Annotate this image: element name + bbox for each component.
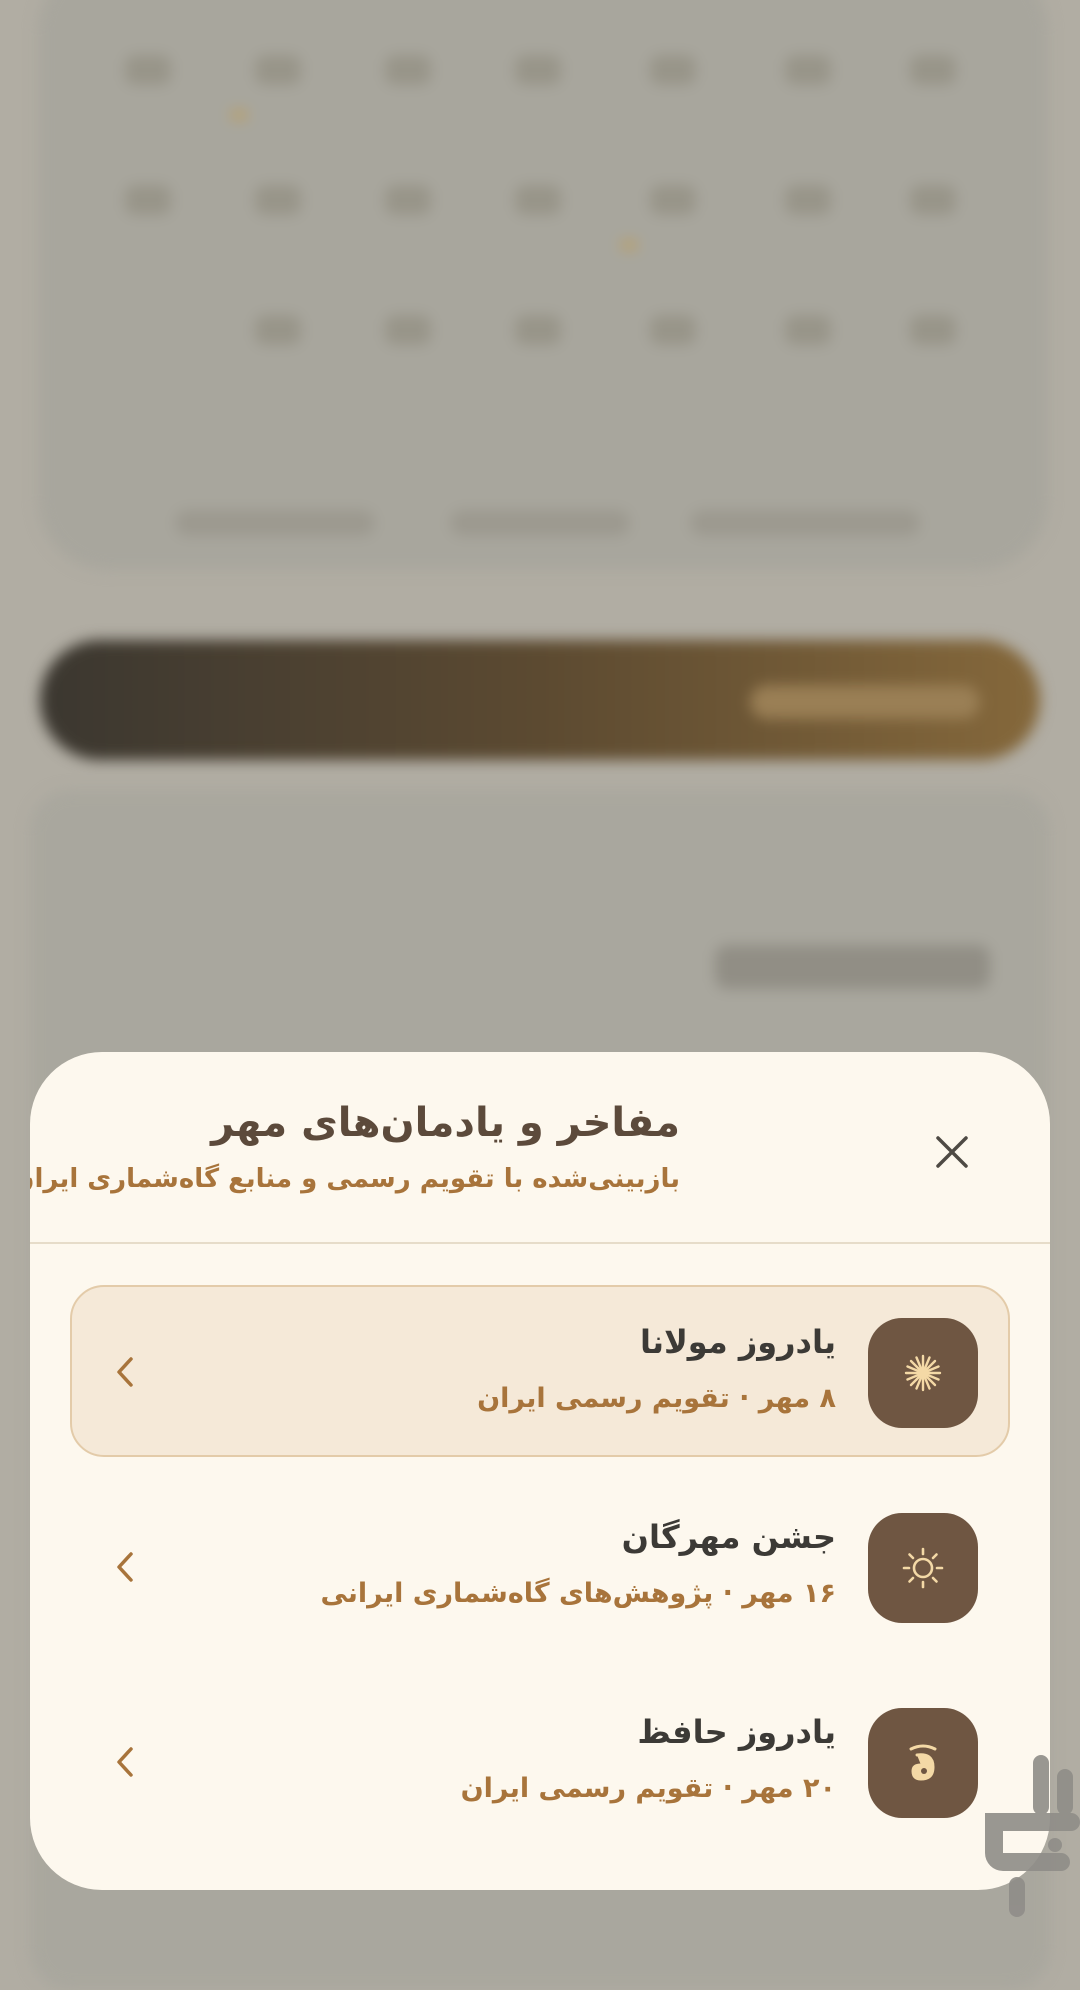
item-title: یادروز حافظ [637, 1713, 836, 1751]
item-meta: ۱۶ مهر · پژوهش‌های گاه‌شماری ایرانی [320, 1578, 836, 1609]
chevron-left-icon [110, 1747, 140, 1777]
item-icon-tile [868, 1318, 978, 1428]
close-button[interactable] [926, 1126, 978, 1178]
chevron-left-icon [110, 1357, 140, 1387]
close-icon [936, 1136, 968, 1168]
list-item[interactable]: یادروز حافظ ۲۰ مهر · تقویم رسمی ایران [70, 1675, 1010, 1847]
sheet-title: مفاخر و یادمان‌های مهر [211, 1100, 680, 1146]
bottom-sheet: مفاخر و یادمان‌های مهر بازبینی‌شده با تق… [30, 1052, 1050, 1890]
bazaar-logo-icon [985, 1755, 1080, 1917]
sun-icon [902, 1547, 944, 1589]
item-meta: ۲۰ مهر · تقویم رسمی ایران [460, 1773, 836, 1804]
item-title: جشن مهرگان [621, 1518, 836, 1556]
calligraphy-icon [909, 1744, 937, 1781]
list-item[interactable]: یادروز مولانا ۸ مهر · تقویم رسمی ایران [70, 1285, 1010, 1457]
event-list: یادروز مولانا ۸ مهر · تقویم رسمی ایران ج… [70, 1285, 1010, 1870]
item-icon-tile [868, 1708, 978, 1818]
background-calendar-card [38, 0, 1048, 570]
item-title: یادروز مولانا [639, 1323, 836, 1361]
item-icon-tile [868, 1513, 978, 1623]
item-meta: ۸ مهر · تقویم رسمی ایران [477, 1383, 836, 1414]
list-item[interactable]: جشن مهرگان ۱۶ مهر · پژوهش‌های گاه‌شماری … [70, 1480, 1010, 1652]
sunburst-icon [904, 1354, 942, 1392]
chevron-left-icon [110, 1552, 140, 1582]
sheet-header: مفاخر و یادمان‌های مهر بازبینی‌شده با تق… [30, 1052, 1050, 1244]
sheet-subtitle: بازبینی‌شده با تقویم رسمی و منابع گاه‌شم… [30, 1164, 680, 1194]
